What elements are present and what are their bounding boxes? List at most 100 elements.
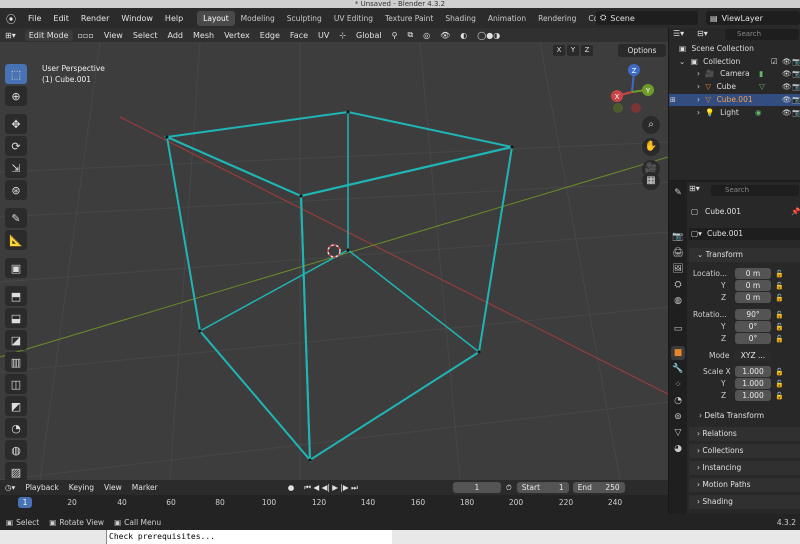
rotation-mode-select[interactable]: XYZ ... [735, 350, 771, 361]
cube-wireframe[interactable] [163, 110, 514, 463]
shading-icons[interactable]: ◯●◑ [472, 31, 505, 40]
outliner-editor-icon[interactable]: ☰▾ [673, 29, 684, 38]
start-frame-field[interactable]: Start 1 [516, 482, 569, 493]
outliner-filter-icon[interactable]: ⊟▾ [697, 29, 708, 38]
motion-paths-panel[interactable]: › Motion Paths [689, 478, 800, 492]
menu-help[interactable]: Help [159, 14, 189, 23]
tab-modeling[interactable]: Modeling [235, 11, 281, 26]
eye-icon[interactable]: 👁 [782, 68, 792, 80]
outliner-collection[interactable]: ⌄ ▣ Collection ☑ 👁 📷 [669, 56, 800, 68]
rotation-z-field[interactable]: 0° [735, 333, 771, 344]
move-tool-icon[interactable]: ✥ [5, 114, 27, 134]
data-tab-icon[interactable]: ▽ [671, 426, 685, 440]
tab-texture-paint[interactable]: Texture Paint [379, 11, 439, 26]
outliner-item-cube-001[interactable]: ⊞ › ▽ Cube.001 👁 📷 [669, 94, 800, 106]
eye-icon[interactable]: 👁 [782, 107, 792, 119]
header-menu-vertex[interactable]: Vertex [219, 31, 255, 40]
extrude-tool-icon[interactable]: ⬒ [5, 286, 27, 306]
header-menu-view[interactable]: View [99, 31, 128, 40]
auto-key-icon[interactable]: ● [283, 483, 300, 492]
properties-search-input[interactable]: Search [711, 185, 799, 196]
timeline-editor-icon[interactable]: ◷▾ [0, 483, 20, 492]
mode-selector[interactable]: Edit Mode [24, 29, 73, 41]
header-menu-select[interactable]: Select [128, 31, 163, 40]
header-menu-mesh[interactable]: Mesh [188, 31, 219, 40]
select-mode-icons[interactable]: ▫▫▫ [73, 31, 99, 40]
outliner-item-cube[interactable]: › ▽ Cube ▽ 👁 📷 [669, 81, 800, 93]
knife-tool-icon[interactable]: ◫ [5, 374, 27, 394]
orientation-selector[interactable]: Global [351, 31, 387, 40]
header-menu-uv[interactable]: UV [313, 31, 334, 40]
inset-tool-icon[interactable]: ⬓ [5, 308, 27, 328]
material-tab-icon[interactable]: ◕ [671, 442, 685, 456]
scale-y-field[interactable]: 1.000 [735, 378, 771, 389]
measure-tool-icon[interactable]: 📐 [5, 230, 27, 250]
smooth-tool-icon[interactable]: ◍ [5, 440, 27, 460]
eye-icon[interactable]: 👁 [782, 56, 792, 68]
end-frame-field[interactable]: End 250 [572, 482, 625, 493]
relations-panel[interactable]: › Relations [689, 427, 800, 441]
lock-icon[interactable]: 🔓 [775, 280, 784, 292]
timeline-menu-keying[interactable]: Keying [64, 483, 99, 492]
cube-vertices[interactable] [165, 110, 514, 462]
lock-icon[interactable]: 🔓 [775, 321, 784, 333]
3d-cursor-icon[interactable] [327, 244, 341, 258]
output-tab-icon[interactable]: 🖨 [671, 246, 685, 260]
mirror-y-toggle[interactable]: Y [567, 45, 579, 56]
lock-icon[interactable]: 🔓 [775, 390, 784, 402]
camera-render-icon[interactable]: 📷 [792, 81, 800, 93]
editor-type-icon[interactable]: ⊞▾ [0, 31, 21, 40]
poly-build-tool-icon[interactable]: ◩ [5, 396, 27, 416]
timeline-menu-playback[interactable]: Playback [20, 483, 63, 492]
pivot-icon[interactable]: ⚲ [387, 31, 403, 40]
proportional-icon[interactable]: ◎ [418, 31, 435, 40]
eye-icon[interactable]: 👁 [782, 81, 792, 93]
visibility-icon[interactable]: 👁 [435, 31, 455, 40]
blender-logo-icon[interactable]: ⦿ [0, 11, 22, 26]
current-frame-indicator[interactable]: 1 [18, 497, 32, 508]
scene-tab-icon[interactable]: ⛭ [671, 278, 685, 292]
camera-render-icon[interactable]: 📷 [792, 68, 800, 80]
zoom-icon[interactable]: ⌕ [642, 116, 660, 134]
world-tab-icon[interactable]: ◍ [671, 294, 685, 308]
camera-render-icon[interactable]: 📷 [792, 107, 800, 119]
lock-icon[interactable]: 🔓 [775, 309, 784, 321]
axis-gizmo[interactable]: Z X Y [611, 64, 654, 113]
datablock-selector[interactable]: ▢▾ Cube.001 [689, 228, 800, 240]
particles-tab-icon[interactable]: ⁘ [671, 378, 685, 392]
location-y-field[interactable]: 0 m [735, 280, 771, 291]
select-box-tool-icon[interactable]: ⬚ [5, 64, 27, 84]
spin-tool-icon[interactable]: ◔ [5, 418, 27, 438]
modifier-tab-icon[interactable]: 🔧 [671, 362, 685, 376]
cursor-tool-icon[interactable]: ⊕ [5, 86, 27, 106]
timeline-menu-marker[interactable]: Marker [127, 483, 163, 492]
outliner-item-camera[interactable]: › 🎥 Camera ▮ 👁 📷 [669, 68, 800, 80]
playback-controls-icon[interactable]: ⏮ ◀ ◀| ▶ |▶ ⏭ [299, 483, 363, 493]
location-z-field[interactable]: 0 m [735, 292, 771, 303]
pin-icon[interactable]: 📌 [791, 206, 800, 218]
checkbox-icon[interactable]: ☑ [771, 56, 778, 68]
viewport-canvas[interactable]: Z X Y [0, 42, 668, 480]
rotation-y-field[interactable]: 0° [735, 321, 771, 332]
mirror-x-toggle[interactable]: X [553, 45, 565, 56]
delta-transform-subpanel[interactable]: › Delta Transform [689, 410, 800, 422]
camera-render-icon[interactable]: 📷 [792, 56, 800, 68]
3d-viewport[interactable]: Z X Y User Perspective (1) Cube.001 X Y … [0, 42, 668, 480]
header-menu-add[interactable]: Add [163, 31, 189, 40]
tab-uv-editing[interactable]: UV Editing [328, 11, 379, 26]
pan-hand-icon[interactable]: ✋ [642, 138, 660, 156]
tab-rendering[interactable]: Rendering [532, 11, 582, 26]
rotation-x-field[interactable]: 90° [735, 309, 771, 320]
menu-file[interactable]: File [22, 14, 47, 23]
lock-icon[interactable]: 🔓 [775, 366, 784, 378]
annotate-tool-icon[interactable]: ✎ [5, 208, 27, 228]
snap-icon[interactable]: ⧉ [402, 30, 418, 40]
bevel-tool-icon[interactable]: ◪ [5, 330, 27, 350]
render-tab-icon[interactable]: 📷 [671, 230, 685, 244]
rotate-tool-icon[interactable]: ⟳ [5, 136, 27, 156]
shear-tool-icon[interactable]: ▨ [5, 462, 27, 480]
transform-panel-header[interactable]: ⌄ Transform [689, 248, 800, 262]
header-menu-edge[interactable]: Edge [255, 31, 285, 40]
tool-tab-icon[interactable]: ✎ [671, 186, 685, 200]
tab-shading[interactable]: Shading [439, 11, 481, 26]
